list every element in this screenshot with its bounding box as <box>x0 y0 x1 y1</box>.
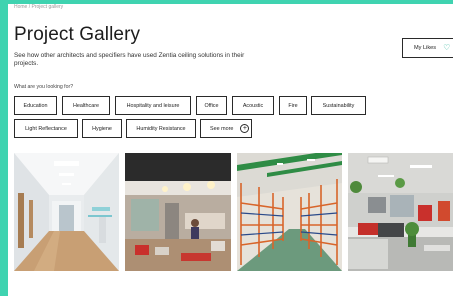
filter-light-reflectance[interactable]: Light Reflectance <box>14 119 78 138</box>
see-more-button[interactable]: See more + <box>200 119 252 138</box>
my-likes-button[interactable]: My Likes ♡ <box>402 38 453 58</box>
plus-circle-icon: + <box>240 124 250 133</box>
filter-fire[interactable]: Fire <box>279 96 307 115</box>
see-more-label: See more <box>210 125 234 132</box>
filter-office[interactable]: Office <box>196 96 227 115</box>
filter-hygiene[interactable]: Hygiene <box>82 119 122 138</box>
warehouse-photo[interactable] <box>237 153 342 271</box>
open-plan-office-photo[interactable] <box>348 153 453 271</box>
page-subtitle: See how other architects and specifiers … <box>14 52 245 68</box>
filter-education[interactable]: Education <box>14 96 57 115</box>
page: Home / Project gallery Project Gallery S… <box>8 4 453 296</box>
filter-sustainability[interactable]: Sustainability <box>311 96 366 115</box>
hospital-corridor-photo[interactable] <box>14 153 119 271</box>
filter-acoustic[interactable]: Acoustic <box>232 96 274 115</box>
cafeteria-photo[interactable] <box>125 153 231 271</box>
filter-question: What are you looking for? <box>14 84 74 90</box>
my-likes-label: My Likes <box>414 45 437 51</box>
breadcrumb[interactable]: Home / Project gallery <box>14 4 63 10</box>
filter-humidity-resistance[interactable]: Humidity Resistance <box>126 119 196 138</box>
heart-outline-icon: ♡ <box>443 43 451 52</box>
filter-healthcare[interactable]: Healthcare <box>62 96 110 115</box>
page-title: Project Gallery <box>14 24 141 45</box>
filter-hospitality-and-leisure[interactable]: Hospitality and leisure <box>115 96 191 115</box>
